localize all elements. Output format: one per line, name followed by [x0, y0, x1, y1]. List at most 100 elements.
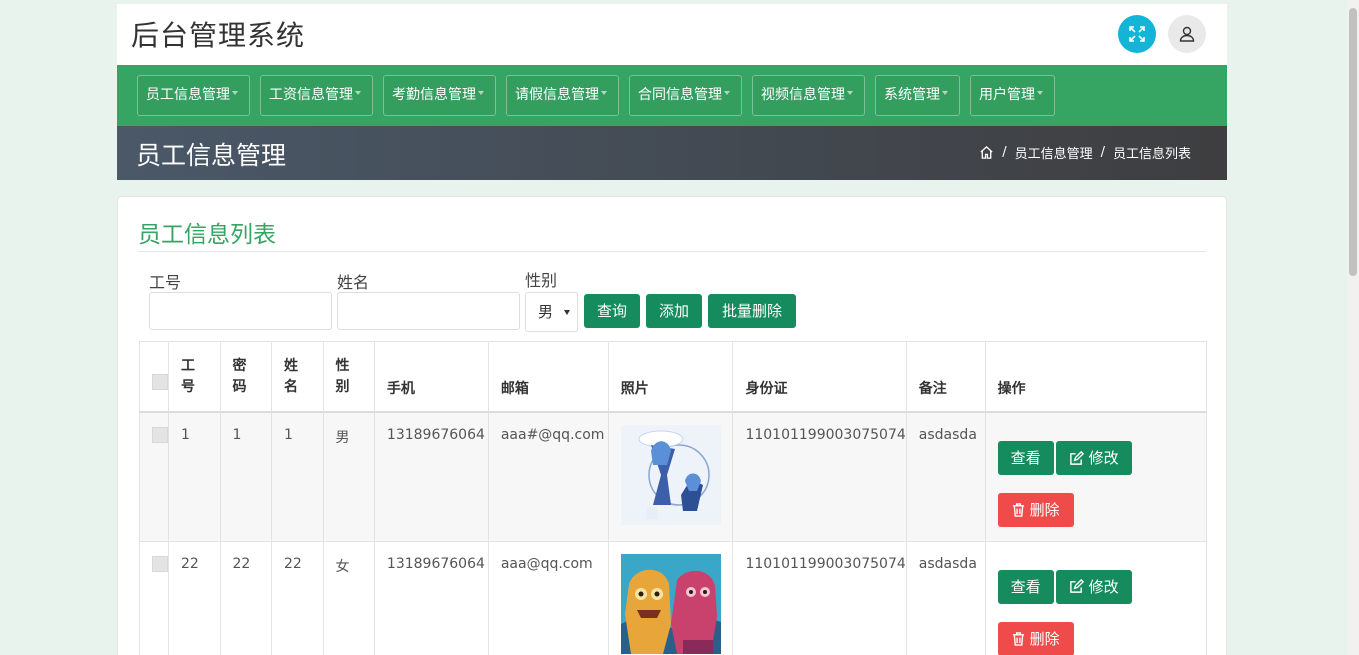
nav-label: 考勤信息管理: [392, 87, 476, 103]
nav-user[interactable]: 用户管理: [970, 75, 1055, 116]
th-text: 名: [284, 379, 298, 395]
caret-down-icon: [847, 91, 853, 95]
th-gender: 性别: [322, 341, 375, 413]
emp-no-input[interactable]: [149, 292, 332, 330]
batch-delete-button[interactable]: 批量删除: [708, 294, 796, 328]
breadcrumb-item-employee[interactable]: 员工信息管理: [1015, 143, 1093, 162]
home-icon[interactable]: [979, 145, 994, 160]
caret-down-icon: [724, 91, 730, 95]
cell-gender: 女: [322, 540, 375, 655]
cell-emp-no: 1: [168, 411, 221, 542]
breadcrumb-item-current: 员工信息列表: [1112, 147, 1191, 162]
breadcrumb-separator: /: [1100, 145, 1105, 160]
cell-name: 1: [271, 411, 324, 542]
expand-icon: [1129, 26, 1145, 42]
cell-gender: 男: [322, 411, 375, 542]
caret-down-icon: [942, 91, 948, 95]
cell-remark: asdasda: [905, 540, 986, 655]
edit-icon: [1069, 450, 1084, 465]
nav-leave[interactable]: 请假信息管理: [506, 75, 619, 116]
nav-contract[interactable]: 合同信息管理: [629, 75, 742, 116]
select-all-checkbox[interactable]: [152, 374, 168, 390]
employee-list-card: 员工信息列表 工号 姓名 性别 男 查询 添加 批量删除 工号 密码 姓名 性别…: [117, 196, 1227, 655]
employee-photo: [620, 553, 721, 654]
caret-down-icon: [232, 91, 238, 95]
cell-email: aaa#@qq.com: [487, 411, 609, 542]
table-row: 22 22 22 女 13189676064 aaa@qq.com 110101…: [139, 540, 1208, 655]
nav-employee[interactable]: 员工信息管理: [137, 75, 250, 116]
nav-label: 工资信息管理: [269, 87, 353, 103]
cell-password: 22: [219, 540, 272, 655]
cell-remark: asdasda: [905, 411, 986, 542]
th-phone: 手机: [373, 341, 489, 413]
caret-down-icon: [478, 91, 484, 95]
th-emp-no: 工号: [168, 341, 221, 413]
delete-button[interactable]: 删除: [997, 493, 1074, 527]
name-label: 姓名: [337, 273, 370, 292]
nav-salary[interactable]: 工资信息管理: [260, 75, 373, 116]
breadcrumb: / 员工信息管理 / 员工信息列表: [979, 143, 1191, 162]
nav-video[interactable]: 视频信息管理: [752, 75, 865, 116]
view-label: 查看: [1010, 449, 1041, 467]
nav-label: 视频信息管理: [761, 87, 845, 103]
th-text: 码: [232, 379, 247, 395]
main-wrapper: 后台管理系统 员工信息管理 工资信息管理 考勤信息管理 请假信息管理 合同信息管…: [117, 4, 1227, 180]
user-icon: [1179, 26, 1195, 42]
th-remark: 备注: [905, 341, 986, 413]
row-checkbox-cell: [139, 411, 169, 542]
employee-photo: [620, 425, 721, 525]
view-button[interactable]: 查看: [997, 441, 1054, 475]
delete-label: 删除: [1029, 629, 1060, 648]
th-name: 姓名: [271, 341, 324, 413]
view-label: 查看: [1010, 577, 1041, 596]
page-header: 员工信息管理 / 员工信息管理 / 员工信息列表: [117, 126, 1227, 180]
card-title: 员工信息列表: [138, 222, 276, 248]
cell-photo: [607, 411, 734, 542]
cell-photo: [607, 540, 734, 655]
cell-phone: 13189676064: [373, 411, 489, 542]
cell-password: 1: [219, 411, 272, 542]
emp-no-label: 工号: [149, 273, 182, 292]
gender-label: 性别: [525, 271, 558, 290]
select-all-cell: [139, 341, 169, 413]
cell-actions: 查看 修改 删除: [984, 411, 1208, 542]
nav-label: 系统管理: [884, 87, 940, 103]
view-button[interactable]: 查看: [997, 569, 1054, 604]
th-photo: 照片: [607, 341, 734, 413]
cell-emp-no: 22: [168, 540, 221, 655]
cell-email: aaa@qq.com: [487, 540, 609, 655]
nav-attendance[interactable]: 考勤信息管理: [383, 75, 496, 116]
edit-button[interactable]: 修改: [1055, 569, 1132, 604]
nav-label: 员工信息管理: [146, 87, 230, 103]
row-checkbox[interactable]: [152, 427, 168, 443]
gender-select-value: 男: [538, 303, 554, 321]
edit-label: 修改: [1088, 449, 1119, 467]
th-password: 密码: [219, 341, 272, 413]
fullscreen-button[interactable]: [1118, 15, 1156, 53]
row-checkbox-cell: [139, 540, 169, 655]
th-text: 别: [335, 379, 350, 395]
th-text: 密: [232, 358, 247, 374]
divider: [138, 251, 1206, 252]
main-nav: 员工信息管理 工资信息管理 考勤信息管理 请假信息管理 合同信息管理 视频信息管…: [117, 65, 1227, 126]
scrollbar-thumb[interactable]: [1349, 8, 1357, 276]
nav-label: 请假信息管理: [515, 87, 599, 103]
add-button[interactable]: 添加: [646, 294, 702, 328]
th-text: 性: [335, 358, 350, 374]
search-button[interactable]: 查询: [584, 294, 640, 328]
delete-button[interactable]: 删除: [997, 621, 1074, 655]
th-text: 工: [181, 358, 195, 374]
cell-name: 22: [271, 540, 324, 655]
delete-label: 删除: [1029, 501, 1060, 519]
name-input[interactable]: [337, 292, 520, 330]
vertical-scrollbar[interactable]: [1347, 0, 1359, 655]
cell-idcard: 110101199003075074: [732, 411, 907, 542]
employee-table: 工号 密码 姓名 性别 手机 邮箱 照片 身份证 备注 操作 1 1 1 男 1…: [139, 341, 1208, 655]
cell-phone: 13189676064: [373, 540, 489, 655]
nav-system[interactable]: 系统管理: [875, 75, 960, 116]
edit-button[interactable]: 修改: [1055, 441, 1132, 475]
user-menu-button[interactable]: [1168, 15, 1206, 53]
cell-idcard: 110101199003075074: [732, 540, 907, 655]
gender-select[interactable]: 男: [525, 292, 578, 332]
row-checkbox[interactable]: [152, 555, 168, 572]
